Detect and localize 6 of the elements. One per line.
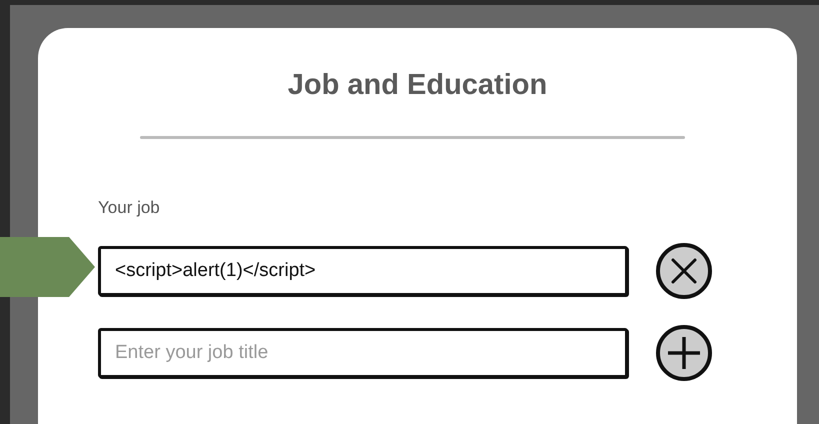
job-field[interactable]: Enter your job title xyxy=(98,328,628,378)
close-icon xyxy=(669,256,699,286)
plus-icon xyxy=(667,336,701,370)
field-label: Your job xyxy=(98,196,160,218)
job-field[interactable]: <script>alert(1)</script> xyxy=(98,246,628,296)
card-title: Job and Education xyxy=(286,68,548,103)
